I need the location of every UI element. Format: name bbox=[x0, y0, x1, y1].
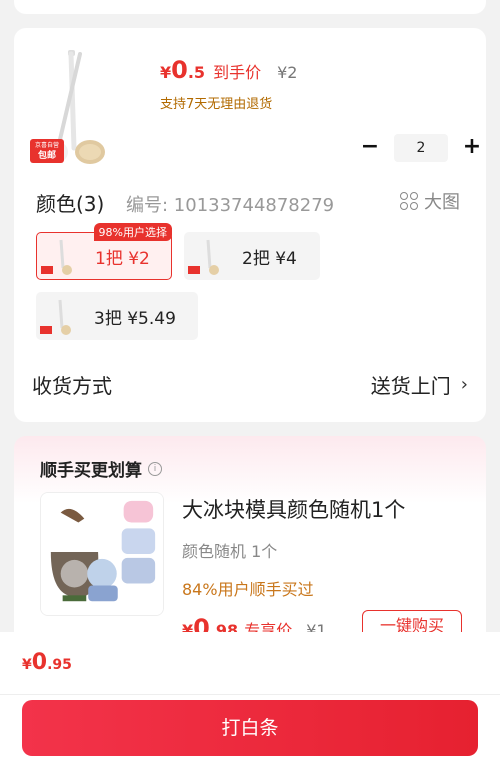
addon-buyers-stat: 84%用户顺手买过 bbox=[182, 580, 314, 599]
color-section-title: 颜色(3) bbox=[36, 192, 105, 216]
delivery-method-selector[interactable]: 送货上门 › bbox=[371, 370, 468, 399]
addon-title-text: 顺手买更划算 bbox=[40, 461, 142, 481]
price-label: 到手价 bbox=[213, 63, 262, 82]
total-symbol: ¥ bbox=[22, 657, 32, 673]
big-image-button[interactable]: 大图 bbox=[400, 188, 460, 214]
grid-icon bbox=[400, 192, 418, 210]
variant-option-2[interactable]: 2把 ¥4 bbox=[184, 232, 320, 280]
checkout-bar: ¥ 0 .95 打白条 bbox=[0, 632, 500, 773]
original-price: ¥2 bbox=[277, 63, 298, 82]
addon-product-image[interactable] bbox=[40, 492, 164, 616]
variant-option-1[interactable]: 98%用户选择 1把 ¥2 bbox=[36, 223, 172, 280]
variant-thumbnail bbox=[188, 239, 219, 275]
variant-option-3[interactable]: 3把 ¥5.49 bbox=[36, 292, 198, 340]
big-image-label: 大图 bbox=[424, 192, 460, 213]
addon-product-spec: 颜色随机 1个 bbox=[182, 542, 278, 561]
variant-label: 2把 ¥4 bbox=[242, 248, 297, 269]
pay-with-baitiao-button[interactable]: 打白条 bbox=[22, 700, 478, 756]
popular-choice-badge: 98%用户选择 bbox=[93, 223, 172, 241]
variant-label: 1把 ¥2 bbox=[95, 248, 150, 269]
increase-quantity-button[interactable]: + bbox=[460, 134, 484, 162]
variant-thumbnail bbox=[40, 299, 71, 335]
price-decimal: .5 bbox=[187, 63, 206, 82]
chevron-right-icon: › bbox=[460, 374, 468, 395]
info-icon[interactable]: i bbox=[148, 461, 162, 476]
price-row: ¥ 0 .5 到手价 ¥2 bbox=[160, 56, 297, 84]
previous-card-edge bbox=[14, 0, 486, 14]
price-symbol: ¥ bbox=[160, 63, 172, 82]
return-policy-note: 支持7天无理由退货 bbox=[160, 97, 273, 112]
total-integer: 0 bbox=[31, 650, 48, 675]
total-price: ¥ 0 .95 bbox=[22, 650, 72, 675]
addon-section-title: 顺手买更划算 i bbox=[40, 456, 162, 481]
decrease-quantity-button[interactable]: − bbox=[358, 134, 382, 162]
badge-bottom-text: 包邮 bbox=[37, 151, 56, 161]
quantity-input[interactable]: 2 bbox=[394, 134, 448, 162]
quantity-stepper: − 2 + bbox=[358, 134, 484, 162]
divider bbox=[0, 694, 500, 695]
product-options-card: 京喜自营 包邮 ¥ 0 .5 到手价 ¥2 支持7天无理由退货 − 2 + 颜色… bbox=[14, 28, 486, 422]
free-shipping-badge: 京喜自营 包邮 bbox=[30, 139, 64, 163]
variant-label: 3把 ¥5.49 bbox=[94, 308, 176, 329]
addon-product-name[interactable]: 大冰块模具颜色随机1个 bbox=[182, 494, 405, 524]
price-integer: 0 bbox=[171, 56, 188, 84]
total-decimal: .95 bbox=[47, 657, 72, 673]
sku-id: 编号: 10133744878279 bbox=[126, 195, 335, 216]
badge-top-text: 京喜自营 bbox=[34, 142, 59, 149]
delivery-method-label: 收货方式 bbox=[32, 374, 112, 398]
delivery-method-value: 送货上门 bbox=[370, 374, 451, 398]
variant-thumbnail bbox=[41, 239, 72, 275]
